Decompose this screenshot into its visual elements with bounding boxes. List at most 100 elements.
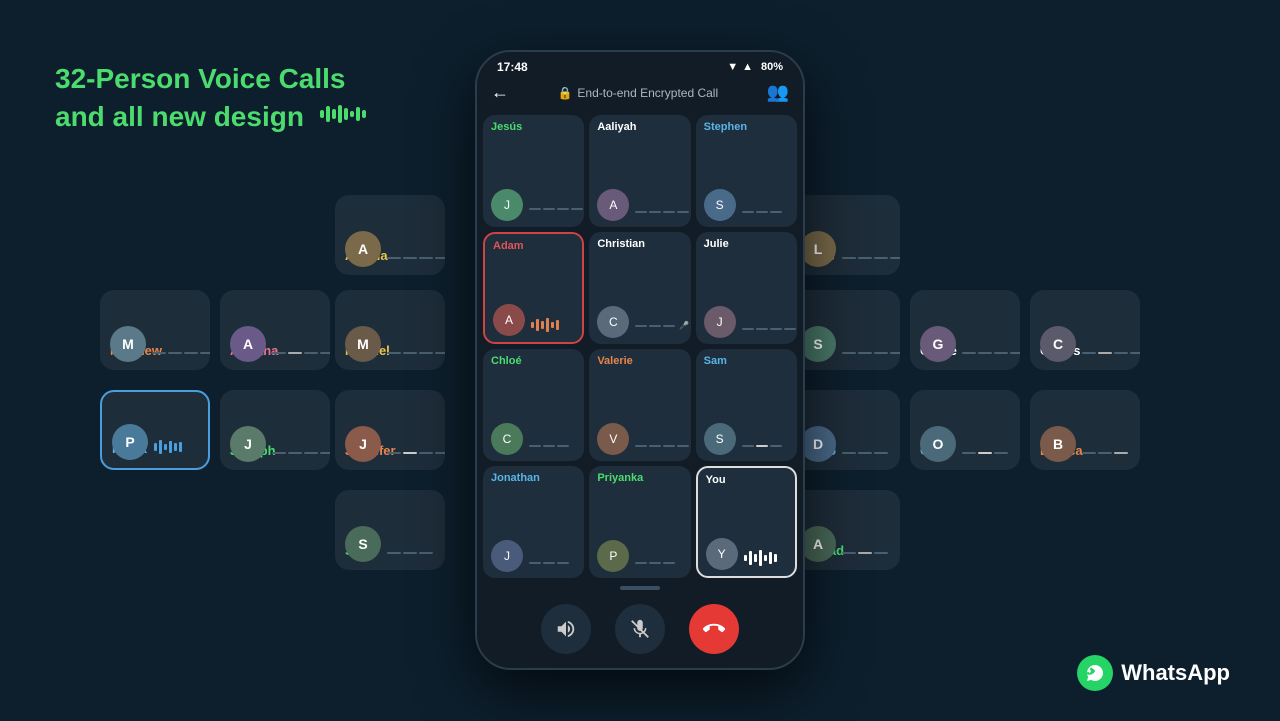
pname-sam: Sam	[704, 355, 789, 367]
pavatar-christian: C	[597, 306, 629, 338]
hero-line2: and all new design	[55, 98, 370, 136]
pname-stephen: Stephen	[704, 121, 789, 133]
bg-card-adriana: Adriana A	[220, 290, 330, 370]
pavatar-priyanka: P	[597, 540, 629, 572]
phone-card-julie: Julie J	[696, 232, 797, 344]
encrypted-label: End-to-end Encrypted Call	[577, 86, 718, 100]
phone-card-stephen: Stephen S	[696, 115, 797, 227]
end-call-button[interactable]	[689, 604, 739, 654]
pname-adam: Adam	[493, 240, 574, 252]
phone-time: 17:48	[497, 60, 528, 74]
pname-priyanka: Priyanka	[597, 472, 682, 484]
participants-grid: Jesús J 🎤 Aaliyah A Stephen S Adam A	[477, 111, 803, 582]
bg-card-omar: Omar O	[910, 390, 1020, 470]
phone-card-jesus: Jesús J 🎤	[483, 115, 584, 227]
drag-handle	[620, 586, 660, 590]
bg-card-bianca: Bianca B	[1030, 390, 1140, 470]
adam-waveform	[531, 318, 559, 332]
bg-mic-ahmad	[842, 552, 888, 554]
phone-controls	[477, 582, 803, 668]
phone-card-jonathan: Jonathan J	[483, 466, 584, 578]
pname-jesus: Jesús	[491, 121, 576, 133]
phone-frame: 17:48 ▼ ▲ 80% ← 🔒 End-to-end Encrypted C…	[475, 50, 805, 670]
battery-percent: 80%	[761, 61, 783, 73]
pavatar-jonathan: J	[491, 540, 523, 572]
phone-card-chloe: Chloé C	[483, 349, 584, 461]
bg-avatar-manuel: M	[345, 326, 381, 362]
mute-button[interactable]	[615, 604, 665, 654]
bg-avatar-diego: D	[800, 426, 836, 462]
pavatar-jesus: J	[491, 189, 523, 221]
phone-header: ← 🔒 End-to-end Encrypted Call 👥	[477, 78, 803, 111]
pname-you: You	[706, 474, 787, 486]
participants-icon[interactable]: 👥	[767, 82, 789, 103]
pmic-christian: 🎤	[635, 321, 689, 330]
bg-card-amelia: Amelia A	[335, 195, 445, 275]
bg-avatar-sara: S	[345, 526, 381, 562]
bg-mic-bianca	[1082, 452, 1128, 454]
pmic-valerie	[635, 445, 689, 447]
pname-valerie: Valerie	[597, 355, 682, 367]
control-buttons	[529, 604, 751, 654]
pmic-jesus: 🎤	[529, 204, 584, 213]
bg-card-grace: Grace G	[910, 290, 1020, 370]
phone-card-sam: Sam S	[696, 349, 797, 461]
status-icons: ▼ ▲ 80%	[727, 61, 783, 73]
bg-avatar-adriana: A	[230, 326, 266, 362]
bg-card-matthew: Matthew M	[100, 290, 210, 370]
phone-card-aaliyah: Aaliyah A	[589, 115, 690, 227]
pavatar-adam: A	[493, 304, 525, 336]
phone-card-adam: Adam A	[483, 232, 584, 344]
pavatar-chloe: C	[491, 423, 523, 455]
pmic-aaliyah	[635, 211, 689, 213]
pavatar-you: Y	[706, 538, 738, 570]
bg-mic-jennifer	[387, 452, 445, 454]
bg-mic-grace	[962, 352, 1020, 354]
back-icon[interactable]: ←	[491, 82, 509, 103]
bg-avatar-bianca: B	[1040, 426, 1076, 462]
bg-avatar-grace: G	[920, 326, 956, 362]
bg-mic-joseph	[272, 452, 330, 454]
phone-status-bar: 17:48 ▼ ▲ 80%	[477, 52, 803, 78]
phone-card-priyanka: Priyanka P	[589, 466, 690, 578]
lock-icon: 🔒	[557, 86, 572, 100]
phone-card-valerie: Valerie V	[589, 349, 690, 461]
pmic-sam	[742, 445, 782, 447]
pavatar-julie: J	[704, 306, 736, 338]
hero-waveform	[320, 104, 370, 132]
bg-avatar-paola: P	[112, 424, 148, 460]
bg-mic-diego	[842, 452, 888, 454]
pavatar-aaliyah: A	[597, 189, 629, 221]
bg-avatar-joseph: J	[230, 426, 266, 462]
speaker-button[interactable]	[541, 604, 591, 654]
pname-aaliyah: Aaliyah	[597, 121, 682, 133]
bg-avatar-matthew: M	[110, 326, 146, 362]
pname-jonathan: Jonathan	[491, 472, 576, 484]
bg-card-sofia: Sofia S	[790, 290, 900, 370]
bg-avatar-sofia: S	[800, 326, 836, 362]
bg-card-ahmad: Ahmad A	[790, 490, 900, 570]
pname-julie: Julie	[704, 238, 789, 250]
hero-line1: 32-Person Voice Calls	[55, 60, 370, 98]
you-waveform	[744, 550, 777, 566]
bg-avatar-jennifer: J	[345, 426, 381, 462]
pmic-chloe	[529, 445, 569, 447]
phone-card-you: You Y	[696, 466, 797, 578]
bg-card-manuel: Manuel M	[335, 290, 445, 370]
bg-mic-louis	[842, 257, 900, 259]
bg-avatar-carlos: C	[1040, 326, 1076, 362]
wifi-icon: ▲	[742, 61, 753, 73]
whatsapp-text: WhatsApp	[1121, 660, 1230, 686]
bg-card-paola: Paola P	[100, 390, 210, 470]
bg-avatar-amelia: A	[345, 231, 381, 267]
bg-card-sara: Sara S	[335, 490, 445, 570]
pmic-priyanka	[635, 562, 675, 564]
pavatar-valerie: V	[597, 423, 629, 455]
pavatar-stephen: S	[704, 189, 736, 221]
hero-text: 32-Person Voice Calls and all new design	[55, 60, 370, 136]
pname-chloe: Chloé	[491, 355, 576, 367]
phone-card-christian: Christian C 🎤	[589, 232, 690, 344]
whatsapp-logo: WhatsApp	[1077, 655, 1230, 691]
bg-avatar-ahmad: A	[800, 526, 836, 562]
pmic-julie	[742, 328, 796, 330]
